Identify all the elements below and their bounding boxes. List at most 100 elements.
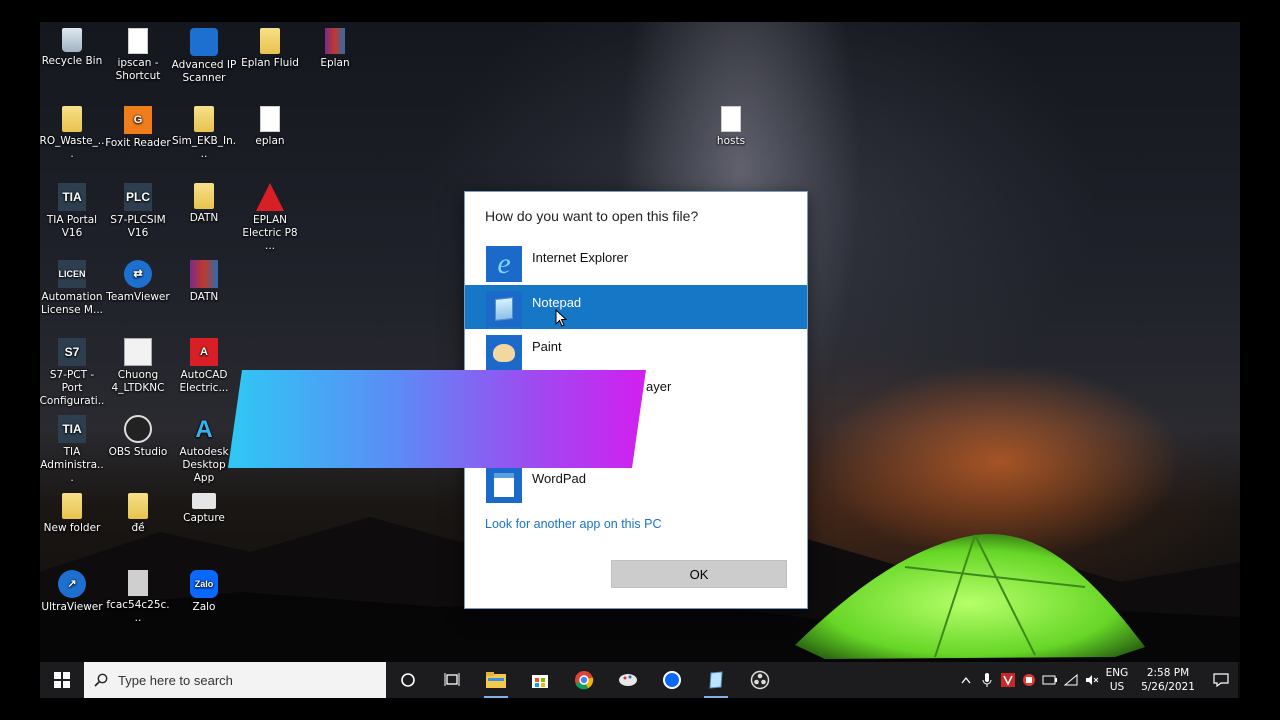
- file-icon: [721, 106, 741, 132]
- store-icon: [532, 675, 548, 688]
- folder-icon: [260, 28, 280, 54]
- desktop-icon-zalo[interactable]: Zalo Zalo: [171, 570, 237, 614]
- search-placeholder: Type here to search: [118, 672, 233, 688]
- desktop-icon-teamviewer[interactable]: ⇄ TeamViewer: [105, 260, 171, 304]
- folder-icon: [194, 183, 214, 209]
- desktop-icon-tia-admin[interactable]: TIA TIA Administra...: [40, 415, 105, 485]
- paint-3d-icon: [619, 674, 637, 686]
- wordpad-icon: [486, 467, 522, 503]
- vietkey-tray-button[interactable]: [997, 662, 1018, 698]
- desktop-icon-recycle-bin[interactable]: Recycle Bin: [40, 28, 105, 68]
- notepad-icon: [709, 671, 723, 689]
- desktop-icon-eplan-file[interactable]: eplan: [237, 106, 303, 148]
- desktop-icon-hosts[interactable]: hosts: [698, 106, 764, 148]
- obs-icon: [124, 415, 152, 443]
- video-overlay-banner: [228, 370, 646, 468]
- input-language-button[interactable]: ENG US: [1102, 666, 1132, 694]
- desktop-icon-datn-rar[interactable]: DATN: [171, 260, 237, 304]
- cortana-button[interactable]: [386, 662, 430, 698]
- notepad-taskbar-button[interactable]: [694, 662, 738, 698]
- file-explorer-icon: [486, 672, 506, 688]
- desktop-icon-eplan-fluid[interactable]: Eplan Fluid: [237, 28, 303, 70]
- desktop-icon-fcac54c25c[interactable]: fcac54c25c...: [105, 570, 171, 625]
- ok-button[interactable]: OK: [611, 560, 787, 588]
- task-view-icon: [444, 673, 460, 686]
- autodesk-icon: A: [195, 415, 213, 443]
- mouse-cursor-icon: [555, 309, 567, 327]
- paint-icon: [486, 335, 522, 371]
- desktop-icon-automation-license[interactable]: LICEN Automation License M...: [40, 260, 105, 317]
- file-icon: [260, 106, 280, 132]
- desktop-icon-datn-folder[interactable]: DATN: [171, 183, 237, 225]
- desktop-icon-eplan-electric[interactable]: EPLAN Electric P8 ...: [237, 183, 303, 253]
- autocad-icon: A: [190, 338, 218, 366]
- app-option-label: WordPad: [532, 471, 586, 486]
- desktop-icon-s7-plcsim[interactable]: PLC S7-PLCSIM V16: [105, 183, 171, 240]
- store-button[interactable]: [518, 662, 562, 698]
- zalo-icon: [663, 671, 681, 689]
- chrome-button[interactable]: [562, 662, 606, 698]
- clock-time: 2:58 PM: [1146, 667, 1190, 679]
- desktop-icon-s7-pct[interactable]: S7 S7-PCT - Port Configurati...: [40, 338, 105, 421]
- ultraviewer-icon: ↗: [58, 570, 86, 598]
- app-option-label: Internet Explorer: [532, 250, 629, 265]
- eplan-electric-icon: [256, 183, 284, 211]
- desktop-icon-chuong-4[interactable]: Chuong 4_LTDKNC: [105, 338, 171, 395]
- vietkey-icon: [1000, 673, 1015, 687]
- microphone-tray-button[interactable]: [976, 662, 997, 698]
- desktop-icon-de[interactable]: đề: [105, 493, 171, 535]
- show-hidden-icons-button[interactable]: [955, 662, 976, 698]
- system-tray: ENG US 2:58 PM 5/26/2021: [955, 662, 1238, 698]
- document-icon: [124, 338, 152, 366]
- app-tray-button[interactable]: [1018, 662, 1039, 698]
- notification-icon: [1213, 673, 1229, 687]
- winrar-icon: [190, 260, 218, 288]
- obs-icon: [750, 670, 770, 690]
- action-center-button[interactable]: [1204, 662, 1238, 698]
- zalo-icon: Zalo: [190, 570, 218, 598]
- desktop-icon-foxit-reader[interactable]: G Foxit Reader: [105, 106, 171, 150]
- clock-button[interactable]: 2:58 PM 5/26/2021: [1138, 666, 1198, 694]
- start-button[interactable]: [40, 662, 84, 698]
- file-icon: [128, 570, 148, 596]
- taskbar-search-box[interactable]: Type here to search: [84, 662, 386, 698]
- battery-icon: [1042, 675, 1057, 685]
- desktop-icon-sim-ekb[interactable]: Sim_EKB_In...: [171, 106, 237, 161]
- app-option-notepad[interactable]: Notepad: [465, 285, 807, 329]
- teamviewer-icon: ⇄: [124, 260, 152, 288]
- plcsim-icon: PLC: [124, 183, 152, 211]
- desktop-icon-ipscan[interactable]: ipscan - Shortcut: [105, 28, 171, 83]
- desktop-icon-ro-waste[interactable]: RO_Waste_...: [40, 106, 105, 161]
- look-for-another-app-link[interactable]: Look for another app on this PC: [485, 517, 662, 531]
- desktop-icon-ultraviewer[interactable]: ↗ UltraViewer: [40, 570, 105, 614]
- folder-icon: [62, 493, 82, 519]
- notepad-icon: [486, 291, 522, 327]
- power-tray-button[interactable]: [1039, 662, 1060, 698]
- zalo-button[interactable]: [650, 662, 694, 698]
- desktop-icon-eplan[interactable]: Eplan: [302, 28, 368, 70]
- desktop-icon-advanced-ip-scanner[interactable]: Advanced IP Scanner: [171, 28, 237, 85]
- dialog-title: How do you want to open this file?: [485, 208, 699, 224]
- clock-date: 5/26/2021: [1141, 681, 1195, 693]
- ip-scanner-icon: [190, 28, 218, 56]
- chevron-up-icon: [960, 676, 971, 684]
- desktop-icon-capture[interactable]: Capture: [171, 493, 237, 525]
- folder-icon: [194, 106, 214, 132]
- app-option-internet-explorer[interactable]: e Internet Explorer: [465, 240, 807, 284]
- desktop-icon-autocad-electric[interactable]: A AutoCAD Electric...: [171, 338, 237, 395]
- foxit-icon: G: [124, 106, 152, 134]
- chrome-icon: [575, 671, 594, 690]
- app-option-paint[interactable]: Paint: [465, 329, 807, 373]
- volume-tray-button[interactable]: [1081, 662, 1102, 698]
- desktop-icon-autodesk-app[interactable]: A Autodesk Desktop App: [171, 415, 237, 485]
- file-explorer-button[interactable]: [474, 662, 518, 698]
- desktop-icon-tia-portal[interactable]: TIA TIA Portal V16: [40, 183, 105, 240]
- paint-3d-button[interactable]: [606, 662, 650, 698]
- network-tray-button[interactable]: [1060, 662, 1081, 698]
- image-icon: [192, 493, 216, 509]
- desktop-icon-obs-studio[interactable]: OBS Studio: [105, 415, 171, 459]
- obs-taskbar-button[interactable]: [738, 662, 782, 698]
- task-view-button[interactable]: [430, 662, 474, 698]
- desktop-icon-new-folder[interactable]: New folder: [40, 493, 105, 535]
- cortana-icon: [401, 673, 415, 687]
